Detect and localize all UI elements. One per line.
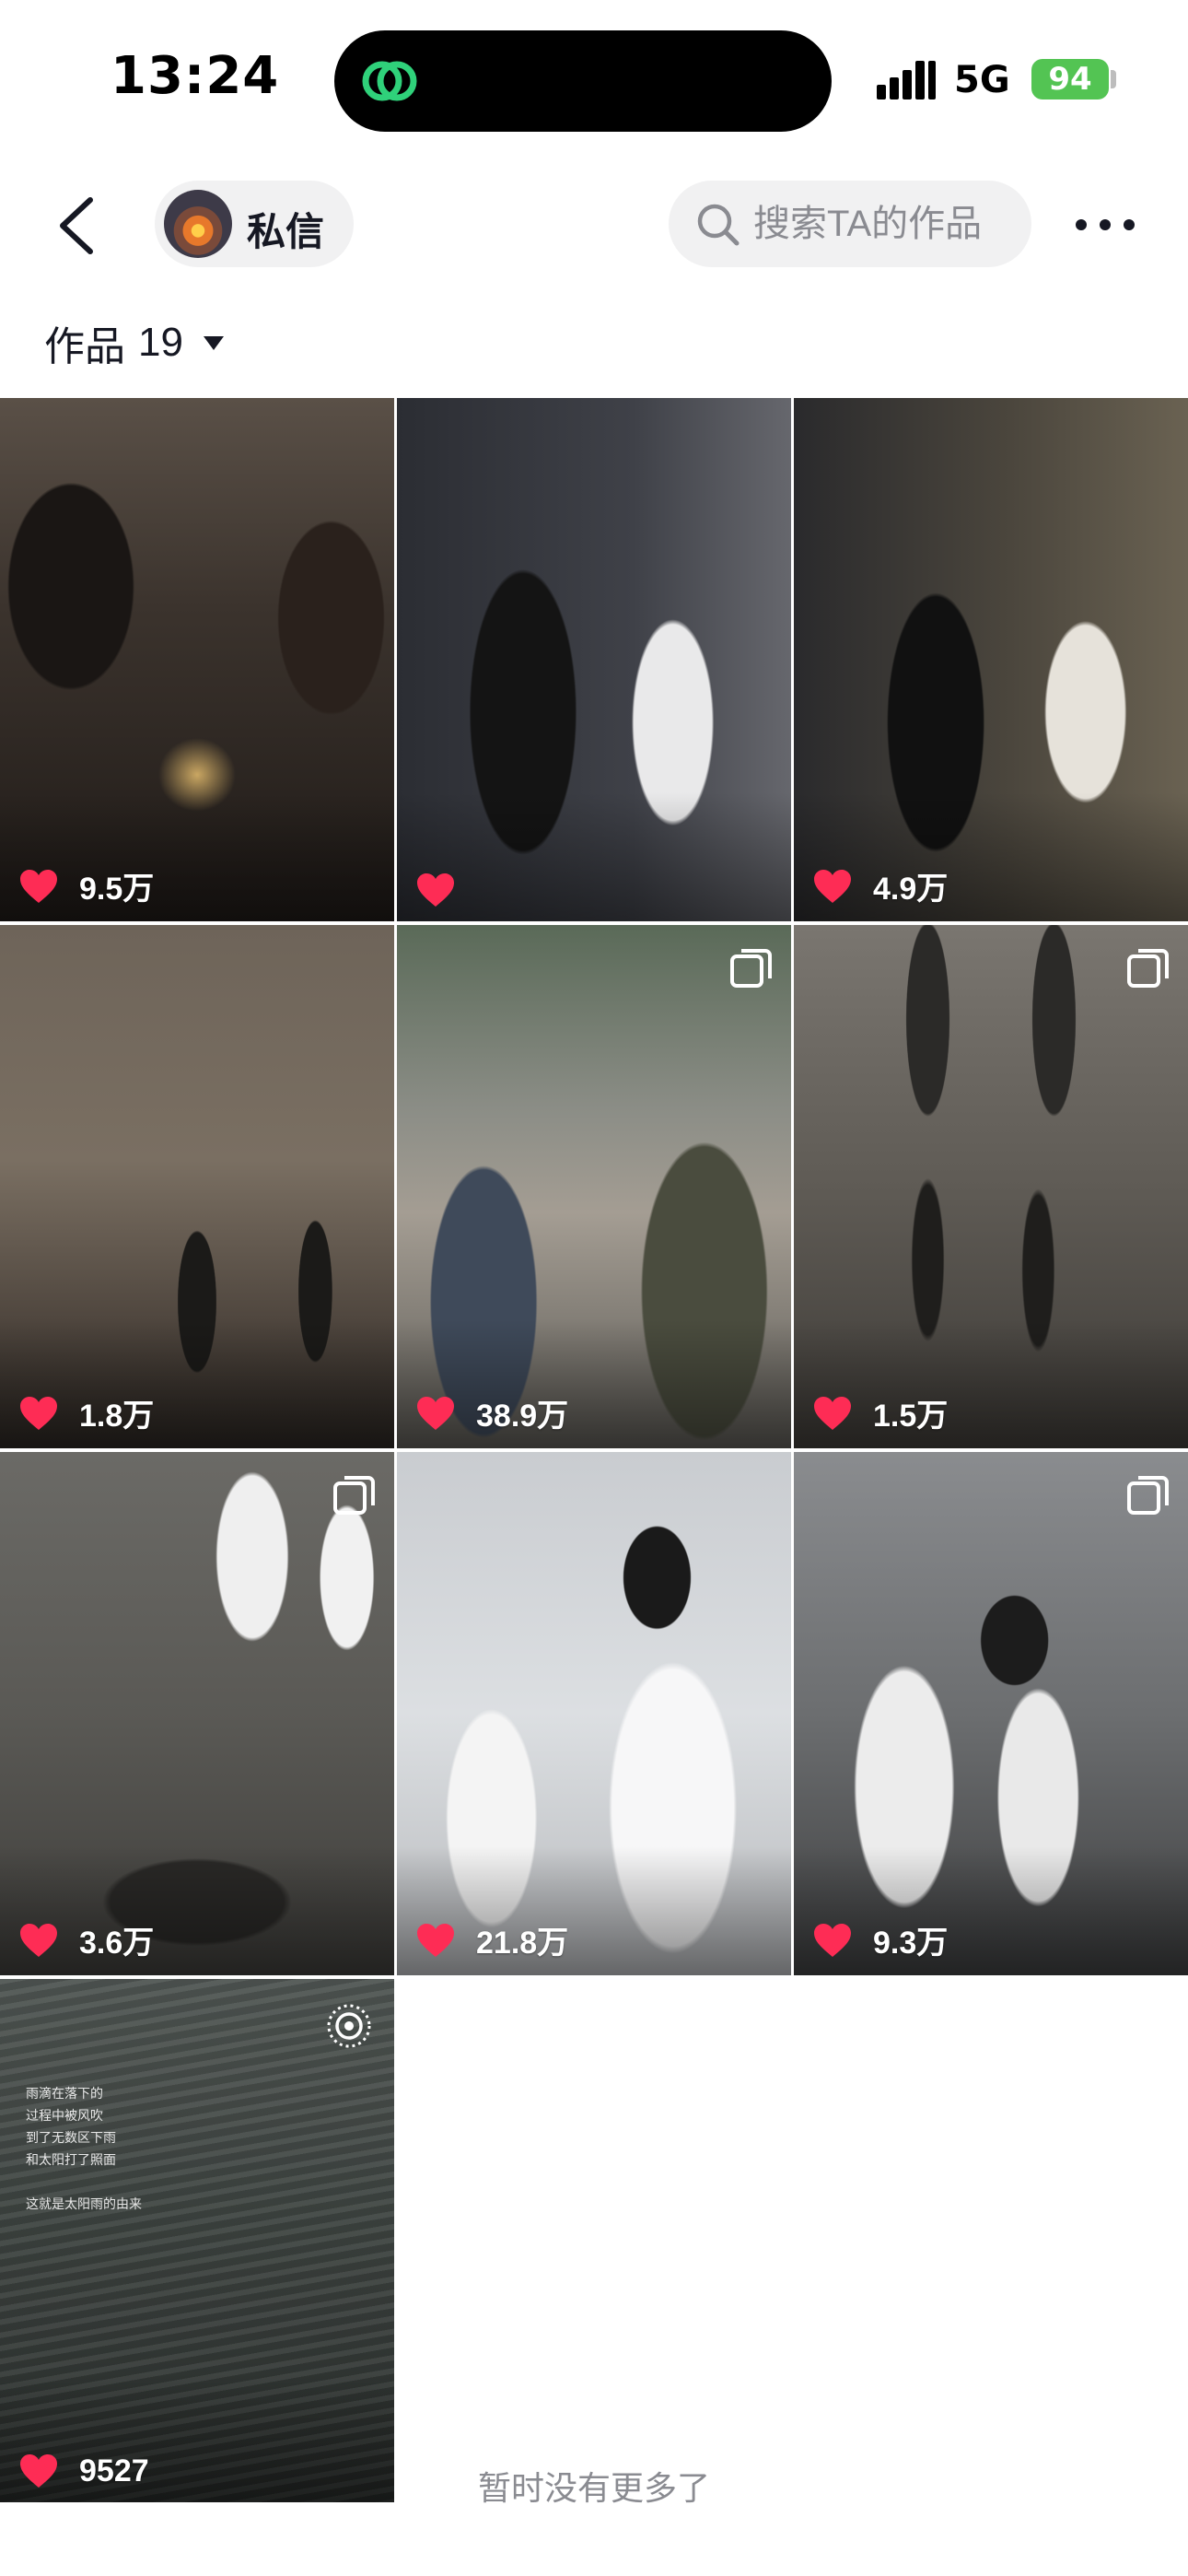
- like-count-group: 21.8万: [415, 1917, 568, 1962]
- heart-icon: [417, 873, 454, 907]
- like-count-group: 38.9万: [415, 1390, 568, 1435]
- work-tile[interactable]: [397, 398, 791, 921]
- profile-works-page: 13:24 5G 94 私信 作品 19: [0, 0, 1188, 2576]
- heart-icon: [20, 1396, 57, 1430]
- work-tile[interactable]: 38.9万: [397, 925, 791, 1448]
- heart-icon: [20, 869, 57, 903]
- works-label: 作品: [44, 324, 125, 369]
- direct-message-button[interactable]: 私信: [155, 181, 354, 267]
- like-count-group: 3.6万: [18, 1917, 154, 1962]
- avatar: [164, 190, 232, 258]
- work-tile[interactable]: 9.3万: [794, 1452, 1188, 1975]
- heart-icon: [20, 1923, 57, 1957]
- battery-icon: 94: [1031, 59, 1109, 100]
- like-count-group: 4.9万: [812, 863, 948, 908]
- search-box[interactable]: [669, 181, 1031, 267]
- like-count-group: [415, 872, 476, 908]
- search-icon: [697, 204, 740, 246]
- like-count: 3.6万: [79, 1926, 155, 1961]
- heart-icon: [814, 1923, 851, 1957]
- like-count-group: 1.8万: [18, 1390, 154, 1435]
- back-button[interactable]: [46, 189, 111, 263]
- dynamic-island: [334, 30, 832, 132]
- signal-icon: [877, 61, 936, 100]
- search-input[interactable]: [753, 197, 1020, 251]
- tile-caption: 雨滴在落下的 过程中被风吹 到了无数区下雨 和太阳打了照面 这就是太阳雨的由来: [26, 2086, 142, 2211]
- link-app-icon: [362, 61, 417, 101]
- multi-image-icon: [1127, 949, 1169, 988]
- work-tile[interactable]: 21.8万: [397, 1452, 791, 1975]
- like-count: 9.5万: [79, 872, 155, 907]
- like-count: 1.8万: [79, 1399, 155, 1434]
- multi-image-icon: [1127, 1476, 1169, 1515]
- heart-icon: [417, 1923, 454, 1957]
- multi-image-icon: [730, 949, 772, 988]
- like-count: 21.8万: [476, 1926, 569, 1961]
- work-tile[interactable]: 1.5万: [794, 925, 1188, 1448]
- caret-down-icon: [203, 336, 224, 350]
- no-more-text: 暂时没有更多了: [477, 2469, 710, 2507]
- battery-level: 94: [1048, 61, 1092, 98]
- like-count-group: 1.5万: [812, 1390, 948, 1435]
- work-tile[interactable]: 雨滴在落下的 过程中被风吹 到了无数区下雨 和太阳打了照面 这就是太阳雨的由来 …: [0, 1979, 394, 2502]
- work-tile[interactable]: 9.5万: [0, 398, 394, 921]
- like-count: 38.9万: [476, 1399, 569, 1434]
- status-time: 13:24: [111, 46, 280, 106]
- works-filter-dropdown[interactable]: 作品 19: [44, 313, 226, 372]
- multi-image-icon: [333, 1476, 375, 1515]
- like-count-group: 9.5万: [18, 863, 154, 908]
- work-tile[interactable]: 3.6万: [0, 1452, 394, 1975]
- heart-icon: [814, 869, 851, 903]
- work-tile[interactable]: 1.8万: [0, 925, 394, 1448]
- works-count: 19: [138, 320, 183, 365]
- like-count: 1.5万: [873, 1399, 949, 1434]
- network-label: 5G: [954, 59, 1010, 101]
- heart-icon: [417, 1396, 454, 1430]
- heart-icon: [814, 1396, 851, 1430]
- like-count: 4.9万: [873, 872, 949, 907]
- battery-tip: [1111, 70, 1116, 88]
- like-count-group: 9.3万: [812, 1917, 948, 1962]
- more-options-icon[interactable]: [1068, 205, 1142, 245]
- live-photo-icon: [327, 2004, 371, 2048]
- like-count: 9.3万: [873, 1926, 949, 1961]
- work-tile[interactable]: 4.9万: [794, 398, 1188, 921]
- direct-message-label: 私信: [247, 210, 325, 253]
